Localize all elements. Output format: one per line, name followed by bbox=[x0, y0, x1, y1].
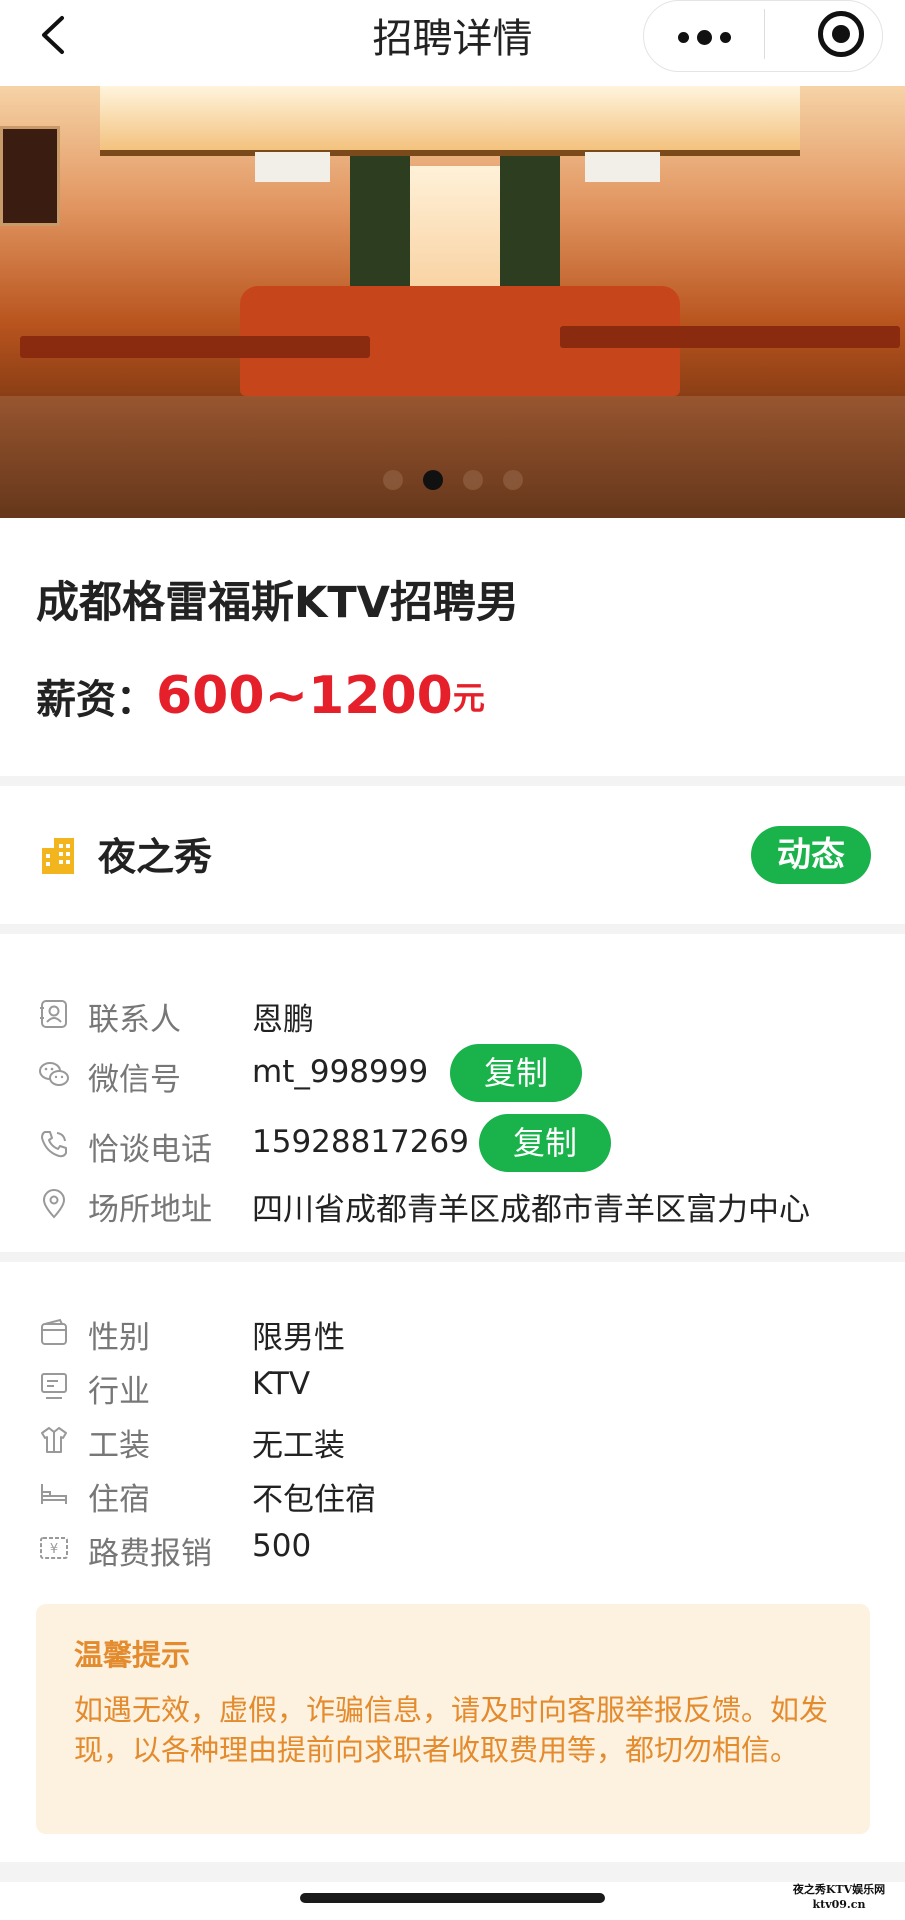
salary-row: 薪资：600~1200元 bbox=[36, 666, 485, 726]
job-summary: 成都格雷福斯KTV招聘男 薪资：600~1200元 bbox=[0, 518, 905, 776]
more-dot-icon bbox=[719, 31, 731, 43]
section-divider bbox=[0, 924, 905, 934]
contact-info: 联系人 恩鹏 微信号 mt_998999 复制 恰谈电话 15928817269… bbox=[0, 934, 905, 1252]
shirt-icon bbox=[41, 1427, 67, 1453]
monitor-icon bbox=[41, 1373, 67, 1399]
lodging-label: 住宿 bbox=[88, 1482, 150, 1518]
tip-title: 温馨提示 bbox=[74, 1638, 191, 1672]
copy-wechat-button[interactable]: 复制 bbox=[450, 1044, 582, 1102]
uniform-row: 工装 无工装 bbox=[0, 1410, 905, 1470]
more-dot-icon bbox=[696, 29, 712, 45]
watermark: 夜之秀KTV娱乐网 ktv09.cn bbox=[779, 1882, 899, 1912]
gender-label: 性别 bbox=[88, 1320, 150, 1356]
yuan-bill-icon: ¥ bbox=[40, 1537, 68, 1559]
salary-unit: 元 bbox=[452, 679, 485, 717]
miniprogram-capsule bbox=[643, 0, 883, 72]
salary-label: 薪资： bbox=[36, 677, 156, 723]
phone-value: 15928817269 bbox=[252, 1124, 469, 1160]
carousel-dot-active[interactable] bbox=[422, 470, 443, 490]
wechat-row: 微信号 mt_998999 复制 bbox=[0, 1044, 905, 1104]
wechat-value: mt_998999 bbox=[252, 1054, 429, 1090]
phone-icon bbox=[41, 1131, 67, 1158]
carousel-indicator bbox=[0, 470, 905, 490]
wallet-icon bbox=[41, 1318, 67, 1345]
wechat-label: 微信号 bbox=[88, 1062, 181, 1098]
address-value: 四川省成都青羊区成都市青羊区富力中心 bbox=[252, 1192, 810, 1228]
travel-row: ¥ 路费报销 500 bbox=[0, 1518, 905, 1578]
industry-value: KTV bbox=[252, 1366, 311, 1402]
watermark-line1: 夜之秀KTV娱乐网 bbox=[792, 1883, 886, 1896]
contact-person-label: 联系人 bbox=[88, 1002, 181, 1038]
lodging-value: 不包住宿 bbox=[252, 1482, 376, 1518]
more-button[interactable] bbox=[644, 1, 764, 73]
capsule-divider bbox=[764, 9, 765, 59]
company-card[interactable]: 夜之秀 动态 bbox=[0, 786, 905, 924]
uniform-value: 无工装 bbox=[252, 1428, 345, 1464]
building-icon bbox=[42, 838, 74, 874]
travel-value: 500 bbox=[252, 1528, 312, 1564]
photo-wall-frame bbox=[0, 126, 60, 226]
gender-value: 限男性 bbox=[252, 1320, 345, 1356]
copy-phone-button[interactable]: 复制 bbox=[479, 1114, 611, 1172]
company-name: 夜之秀 bbox=[98, 835, 213, 879]
nav-header: 招聘详情 bbox=[0, 0, 905, 86]
contact-card-icon bbox=[40, 1000, 67, 1028]
industry-label: 行业 bbox=[88, 1374, 150, 1410]
photo-table bbox=[20, 336, 370, 358]
photo-table bbox=[560, 326, 900, 348]
section-divider bbox=[0, 1862, 905, 1882]
warm-tip-box: 温馨提示 如遇无效，虚假，诈骗信息，请及时向客服举报反馈。如发现，以各种理由提前… bbox=[36, 1604, 870, 1834]
section-divider bbox=[0, 776, 905, 786]
watermark-line2: ktv09.cn bbox=[812, 1898, 866, 1911]
location-pin-icon bbox=[42, 1189, 66, 1219]
job-title: 成都格雷福斯KTV招聘男 bbox=[36, 578, 519, 628]
tip-text: 如遇无效，虚假，诈骗信息，请及时向客服举报反馈。如发现，以各种理由提前向求职者收… bbox=[74, 1693, 829, 1767]
svg-text:¥: ¥ bbox=[50, 1542, 58, 1557]
section-divider bbox=[0, 1252, 905, 1262]
carousel-dot[interactable] bbox=[462, 470, 483, 490]
carousel-dot[interactable] bbox=[382, 470, 403, 490]
uniform-label: 工装 bbox=[88, 1428, 150, 1464]
address-row: 场所地址 四川省成都青羊区成都市青羊区富力中心 bbox=[0, 1174, 905, 1234]
photo-floor bbox=[0, 396, 905, 518]
home-indicator[interactable] bbox=[300, 1893, 605, 1903]
phone-row: 恰谈电话 15928817269 复制 bbox=[0, 1114, 905, 1174]
photo-ac-unit bbox=[585, 152, 660, 182]
salary-value: 600~1200 bbox=[156, 666, 453, 726]
carousel-dot[interactable] bbox=[502, 470, 523, 490]
contact-person-value: 恩鹏 bbox=[252, 1002, 314, 1038]
job-details: 性别 限男性 行业 KTV 工装 无工装 住宿 不包住宿 ¥ 路费报销 500 … bbox=[0, 1262, 905, 1862]
contact-person-row: 联系人 恩鹏 bbox=[0, 984, 905, 1044]
photo-ac-unit bbox=[255, 152, 330, 182]
image-carousel[interactable] bbox=[0, 86, 905, 518]
photo-ceiling bbox=[100, 86, 800, 156]
lodging-row: 住宿 不包住宿 bbox=[0, 1464, 905, 1524]
gender-row: 性别 限男性 bbox=[0, 1302, 905, 1362]
industry-row: 行业 KTV bbox=[0, 1356, 905, 1416]
more-dot-icon bbox=[677, 31, 689, 43]
bed-icon bbox=[41, 1484, 67, 1504]
address-label: 场所地址 bbox=[88, 1192, 212, 1228]
travel-label: 路费报销 bbox=[88, 1536, 212, 1572]
phone-label: 恰谈电话 bbox=[88, 1132, 212, 1168]
dynamic-button[interactable]: 动态 bbox=[751, 826, 871, 884]
wechat-icon bbox=[39, 1062, 69, 1086]
close-miniprogram-icon[interactable] bbox=[818, 11, 864, 57]
